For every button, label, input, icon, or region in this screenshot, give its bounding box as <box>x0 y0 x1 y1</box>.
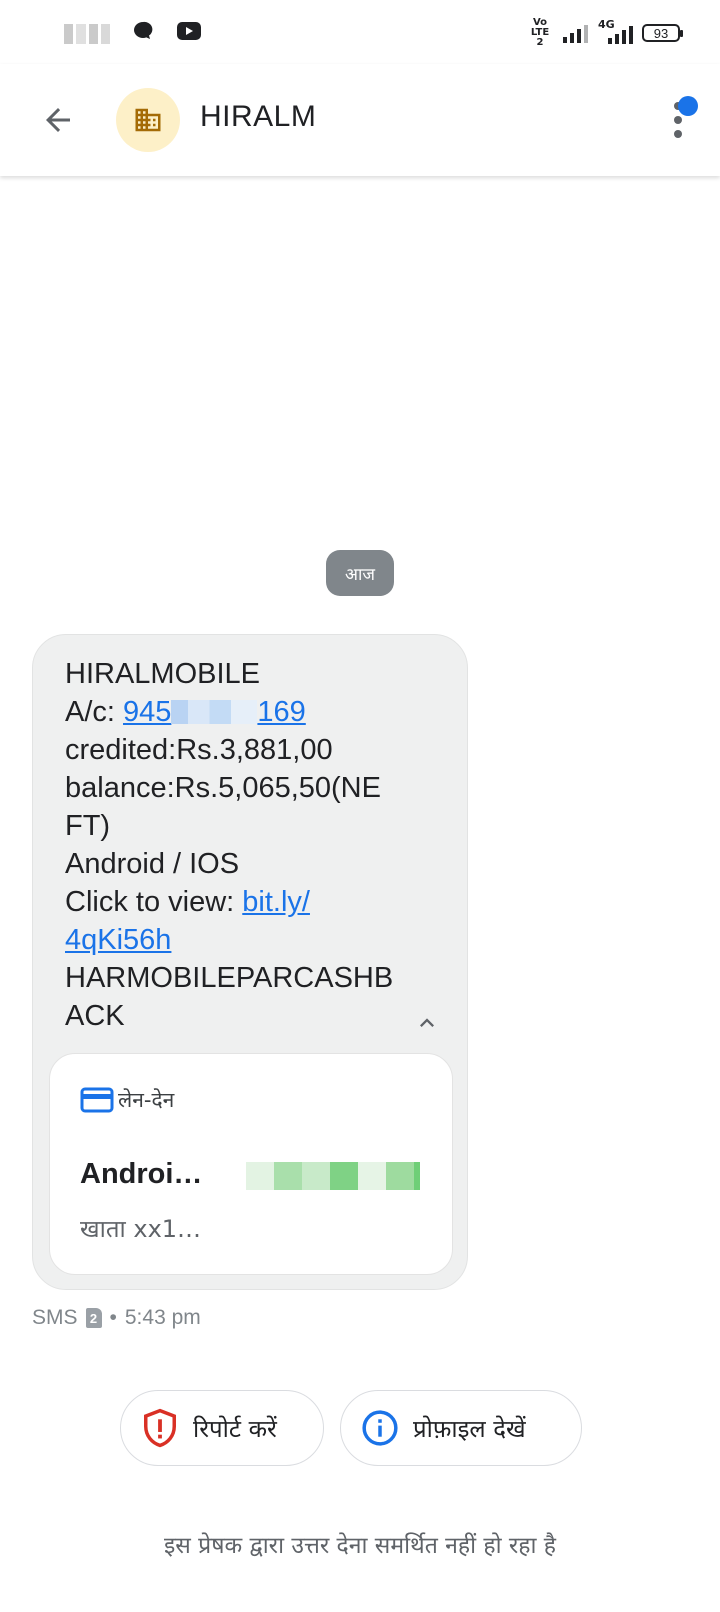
status-right: Vo LTE 2 4G 93 <box>527 17 683 48</box>
meta-separator: • <box>109 1306 117 1329</box>
message-bubble[interactable]: HIRALMOBILE A/c: 945 169 credited:Rs.3,88… <box>32 634 468 1290</box>
redacted-mask <box>171 700 258 724</box>
collapse-button[interactable] <box>407 1003 447 1043</box>
sim-number: 2 <box>89 1310 98 1326</box>
info-icon <box>362 1410 398 1446</box>
card-category-label: लेन-देन <box>118 1088 175 1112</box>
shield-alert-icon <box>144 1408 176 1448</box>
battery-icon: 93 <box>642 24 683 42</box>
volte-indicator: Vo LTE 2 <box>530 17 550 48</box>
message-line: balance:Rs.5,065,50(NE <box>65 772 381 804</box>
message-line: HARMOBILEPARCASHB <box>65 962 394 994</box>
avatar[interactable] <box>116 88 180 152</box>
short-link-part2[interactable]: 4qKi56h <box>65 924 171 956</box>
account-number-link[interactable]: 945 169 <box>123 696 306 728</box>
clock-blurred <box>64 23 110 44</box>
signal-icon <box>563 23 588 43</box>
short-link-part1[interactable]: bit.ly/ <box>242 886 310 918</box>
account-line: A/c: 945 169 <box>65 693 415 731</box>
whatsapp-icon <box>132 20 154 47</box>
date-divider: आज <box>326 550 394 596</box>
youtube-icon <box>176 21 202 46</box>
credit-card-icon <box>80 1087 114 1113</box>
view-profile-button[interactable]: प्रोफ़ाइल देखें <box>340 1390 582 1466</box>
building-icon <box>135 108 161 132</box>
account-end: 169 <box>257 696 306 728</box>
conversation-title: HIRALM <box>200 100 317 133</box>
status-left <box>64 20 202 47</box>
dot-icon <box>674 130 682 138</box>
profile-label: प्रोफ़ाइल देखें <box>413 1414 526 1443</box>
signal-icon-2 <box>608 24 633 44</box>
sim-icon: 2 <box>85 1308 102 1328</box>
card-subtitle: खाता xx1… <box>80 1215 202 1243</box>
report-label: रिपोर्ट करें <box>193 1414 277 1443</box>
view-label: Click to view: <box>65 886 243 918</box>
message-line: ACK <box>65 1000 125 1032</box>
message-line: HIRALMOBILE <box>65 658 260 690</box>
view-line-2: 4qKi56h <box>65 921 415 959</box>
message-text: HIRALMOBILE A/c: 945 169 credited:Rs.3,88… <box>65 655 415 1035</box>
report-button[interactable]: रिपोर्ट करें <box>120 1390 324 1466</box>
dot-icon <box>674 116 682 124</box>
status-bar: Vo LTE 2 4G 93 <box>0 0 720 64</box>
back-button[interactable] <box>30 92 86 148</box>
message-type: SMS <box>32 1306 78 1329</box>
message-line: credited:Rs.3,881,00 <box>65 734 333 766</box>
message-line: Android / IOS <box>65 848 240 880</box>
network-4g-indicator: 4G <box>598 18 633 44</box>
account-label: A/c: <box>65 696 124 728</box>
message-time: 5:43 pm <box>124 1306 201 1329</box>
account-start: 945 <box>123 696 172 728</box>
message-meta: SMS 2 • 5:43 pm <box>32 1306 201 1330</box>
transaction-card[interactable]: लेन-देन Androi… खाता xx1… <box>49 1053 453 1275</box>
amount-redacted <box>246 1162 420 1190</box>
arrow-back-icon <box>46 108 70 132</box>
notification-badge <box>678 96 698 116</box>
card-title: Androi… <box>80 1158 203 1190</box>
view-line: Click to view: bit.ly/ <box>65 883 415 921</box>
sender-actions: रिपोर्ट करें प्रोफ़ाइल देखें <box>120 1390 582 1466</box>
app-bar: HIRALM <box>0 64 720 176</box>
more-options-button[interactable] <box>656 92 698 148</box>
reply-not-supported-note: इस प्रेषक द्वारा उत्तर देना समर्थित नहीं… <box>163 1533 557 1559</box>
battery-level: 93 <box>653 25 669 41</box>
chevron-up-icon <box>420 1018 434 1027</box>
message-line: FT) <box>65 810 111 842</box>
card-category: लेन-देन <box>80 1086 174 1114</box>
